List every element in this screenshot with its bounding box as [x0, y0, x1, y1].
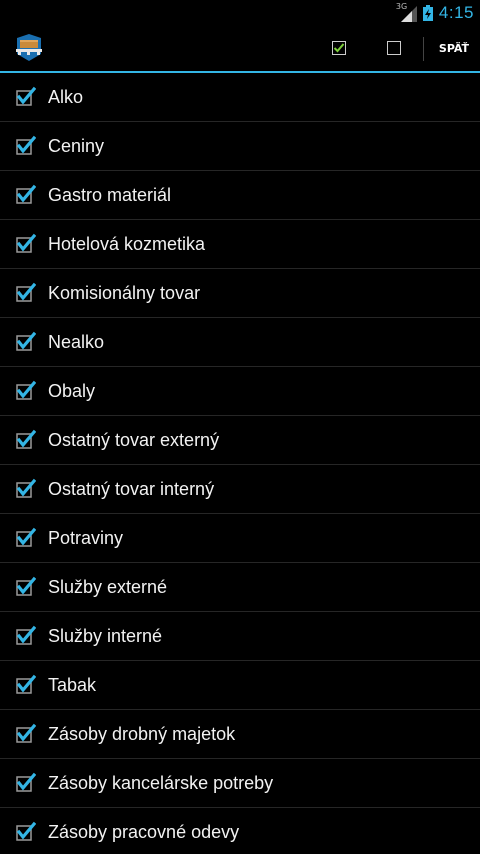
back-button[interactable]: SPÄŤ [430, 25, 478, 71]
checkbox-empty-icon [387, 41, 401, 55]
list-item-label: Služby externé [48, 576, 168, 597]
clock: 4:15 [438, 2, 474, 22]
list-item[interactable]: Služby interné [0, 612, 480, 661]
checkbox-checked-icon[interactable] [14, 233, 36, 255]
action-bar: SPÄŤ [0, 25, 480, 71]
list-item-label: Potraviny [48, 527, 124, 548]
network-status: 3G [396, 2, 417, 22]
action-divider [423, 37, 424, 61]
list-item-label: Alko [48, 86, 84, 107]
checkbox-checked-icon[interactable] [14, 429, 36, 451]
uncheck-all-button[interactable] [373, 25, 415, 71]
status-icons: 3G 4:15 [396, 0, 474, 25]
list-item[interactable]: Nealko [0, 318, 480, 367]
checkbox-checked-icon[interactable] [14, 723, 36, 745]
list-item-label: Hotelová kozmetika [48, 233, 206, 254]
list-item-label: Ostatný tovar externý [48, 429, 220, 450]
list-item-label: Tabak [48, 674, 97, 695]
list-item[interactable]: Zásoby kancelárske potreby [0, 759, 480, 808]
list-item[interactable]: Ostatný tovar interný [0, 465, 480, 514]
checkbox-checked-icon[interactable] [14, 184, 36, 206]
checkbox-checked-icon[interactable] [14, 527, 36, 549]
list-item-label: Zásoby drobný majetok [48, 723, 236, 744]
list-item[interactable]: Potraviny [0, 514, 480, 563]
checkbox-checked-icon [332, 41, 346, 55]
list-item[interactable]: Obaly [0, 367, 480, 416]
list-item-label: Ceniny [48, 135, 105, 156]
signal-icon [400, 5, 417, 22]
battery-charging-icon [422, 4, 433, 21]
checkbox-checked-icon[interactable] [14, 674, 36, 696]
checkbox-checked-icon[interactable] [14, 576, 36, 598]
list-item-label: Služby interné [48, 625, 163, 646]
checkbox-checked-icon[interactable] [14, 331, 36, 353]
list-item-label: Gastro materiál [48, 184, 172, 205]
check-all-button[interactable] [318, 25, 360, 71]
list-item[interactable]: Gastro materiál [0, 171, 480, 220]
status-bar: 3G 4:15 [0, 0, 480, 25]
list-item-label: Zásoby pracovné odevy [48, 821, 240, 842]
list-item[interactable]: Hotelová kozmetika [0, 220, 480, 269]
checkbox-checked-icon[interactable] [14, 380, 36, 402]
list-item[interactable]: Služby externé [0, 563, 480, 612]
checkbox-checked-icon[interactable] [14, 135, 36, 157]
list-item[interactable]: Ostatný tovar externý [0, 416, 480, 465]
list-item-label: Obaly [48, 380, 96, 401]
checkbox-checked-icon[interactable] [14, 478, 36, 500]
checkbox-checked-icon[interactable] [14, 772, 36, 794]
list-item[interactable]: Ceniny [0, 122, 480, 171]
list-item[interactable]: Alko [0, 73, 480, 122]
checkbox-checked-icon[interactable] [14, 625, 36, 647]
list-item-label: Ostatný tovar interný [48, 478, 215, 499]
category-list: Alko Ceniny Gastro materiál Hotelová koz… [0, 73, 480, 854]
list-item-label: Komisionálny tovar [48, 282, 201, 303]
list-item-label: Nealko [48, 331, 105, 352]
list-item[interactable]: Komisionálny tovar [0, 269, 480, 318]
checkbox-checked-icon[interactable] [14, 282, 36, 304]
list-item[interactable]: Zásoby drobný majetok [0, 710, 480, 759]
checkbox-checked-icon[interactable] [14, 86, 36, 108]
list-item[interactable]: Tabak [0, 661, 480, 710]
list-item-label: Zásoby kancelárske potreby [48, 772, 274, 793]
pallet-box-icon[interactable] [13, 34, 45, 62]
checkbox-checked-icon[interactable] [14, 821, 36, 843]
list-item[interactable]: Zásoby pracovné odevy [0, 808, 480, 854]
